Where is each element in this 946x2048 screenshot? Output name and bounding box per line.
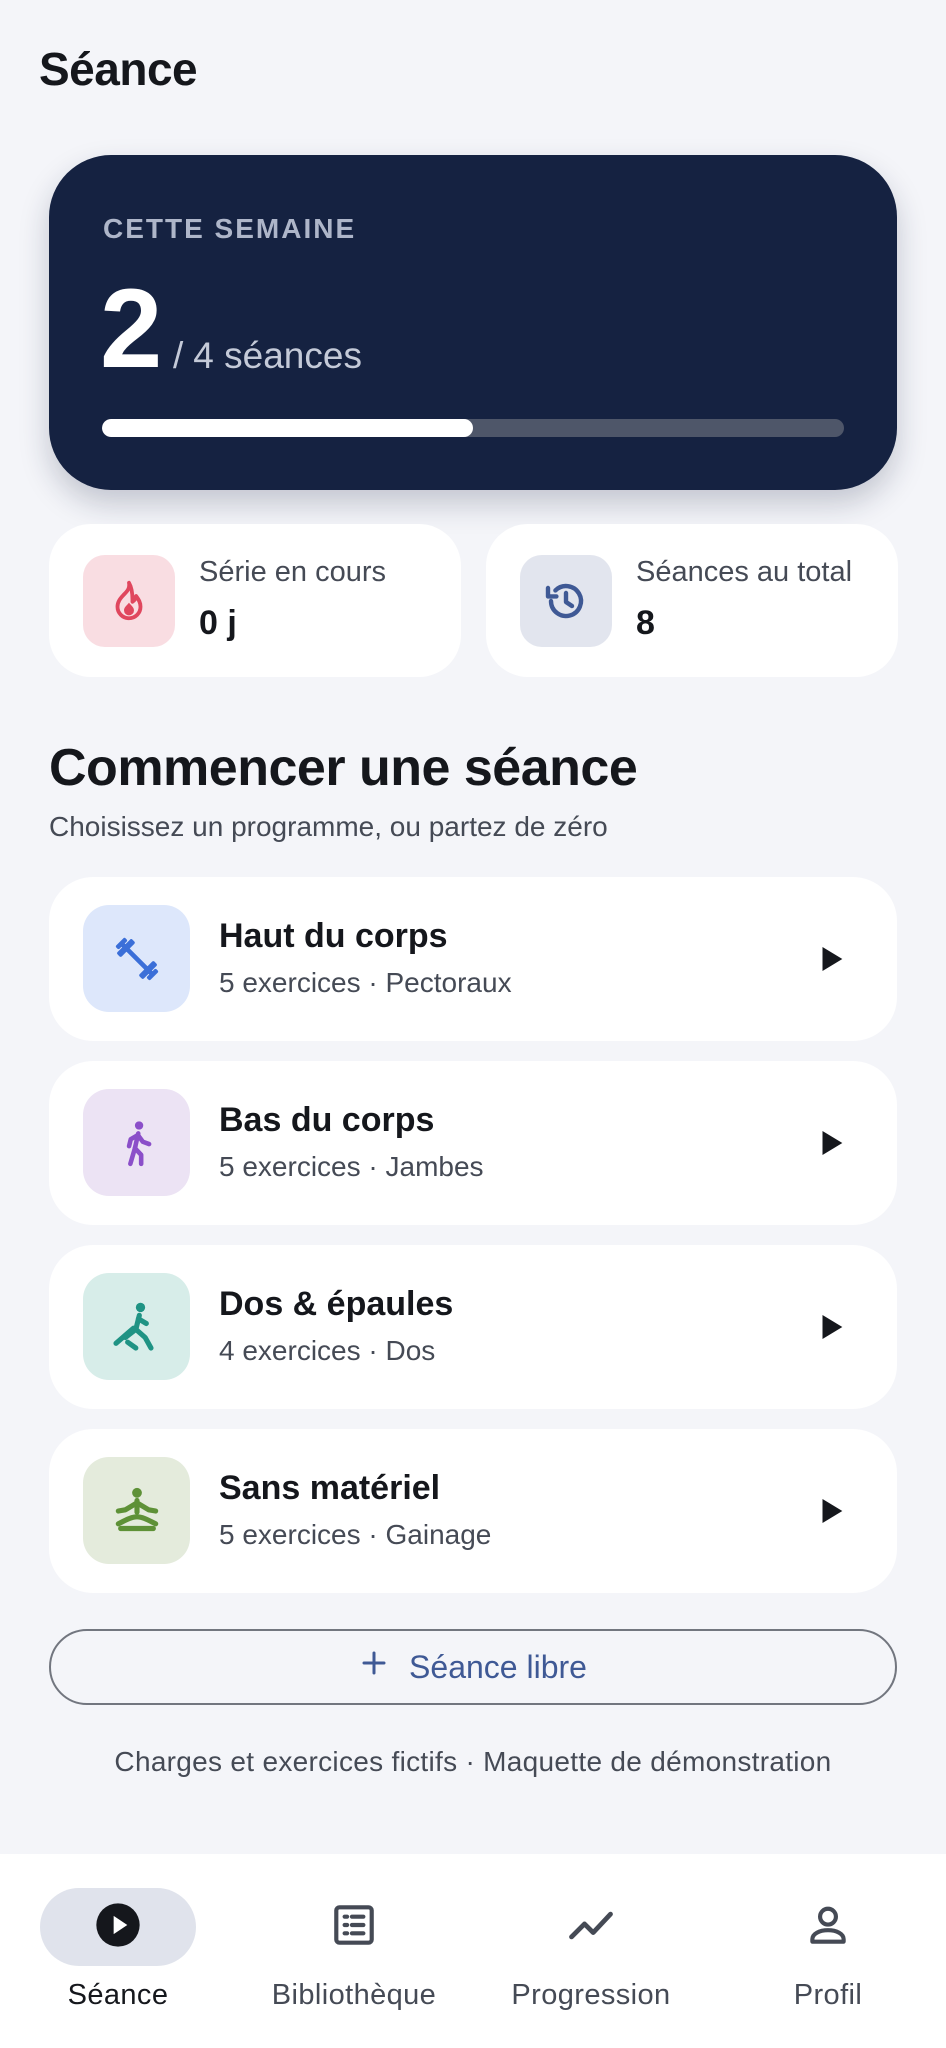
weekly-progress-bar bbox=[102, 419, 844, 437]
nav-active-indicator bbox=[40, 1888, 196, 1966]
app-screen: Séance CETTE SEMAINE 2 /4 séances Série … bbox=[0, 0, 946, 2048]
trend-icon bbox=[565, 1899, 617, 1956]
free-session-button[interactable]: Séance libre bbox=[49, 1629, 897, 1705]
weekly-progress-card: CETTE SEMAINE 2 /4 séances bbox=[49, 155, 897, 490]
free-session-label: Séance libre bbox=[409, 1648, 587, 1685]
dumbbell-icon bbox=[83, 905, 190, 1012]
program-meta: 5 exercices · Pectoraux bbox=[219, 967, 512, 998]
nav-label: Bibliothèque bbox=[271, 1979, 437, 2011]
program-title: Dos & épaules bbox=[219, 1285, 454, 1323]
total-sessions-value: 8 bbox=[636, 604, 655, 642]
flame-icon bbox=[83, 555, 175, 647]
section-subtitle: Choisissez un programme, ou partez de zé… bbox=[49, 811, 608, 842]
nav-label: Progression bbox=[511, 1979, 671, 2011]
program-lower-body[interactable]: Bas du corps 5 exercices · Jambes bbox=[49, 1061, 897, 1225]
nav-icon-wrap bbox=[750, 1888, 906, 1966]
sessions-separator: / bbox=[173, 335, 184, 376]
program-title: Sans matériel bbox=[219, 1469, 441, 1507]
nav-item-profile[interactable]: Profil bbox=[710, 1854, 946, 2048]
play-icon[interactable] bbox=[805, 1301, 857, 1353]
demo-footnote: Charges et exercices fictifs · Maquette … bbox=[114, 1746, 832, 1777]
program-meta: 5 exercices · Gainage bbox=[219, 1519, 492, 1550]
week-eyebrow: CETTE SEMAINE bbox=[103, 213, 357, 244]
person-icon bbox=[803, 1900, 853, 1955]
streak-value: 0 j bbox=[199, 604, 237, 642]
rowing-icon bbox=[83, 1273, 190, 1380]
section-title: Commencer une séance bbox=[49, 739, 638, 797]
nav-item-progress[interactable]: Progression bbox=[473, 1854, 709, 2048]
plus-icon bbox=[359, 1648, 389, 1686]
streak-label: Série en cours bbox=[199, 556, 386, 588]
history-icon bbox=[520, 555, 612, 647]
program-title: Haut du corps bbox=[219, 917, 448, 955]
program-title: Bas du corps bbox=[219, 1101, 435, 1139]
total-sessions-card: Séances au total 8 bbox=[486, 524, 898, 677]
program-upper-body[interactable]: Haut du corps 5 exercices · Pectoraux bbox=[49, 877, 897, 1041]
nav-label: Séance bbox=[67, 1979, 169, 2011]
program-back-shoulders[interactable]: Dos & épaules 4 exercices · Dos bbox=[49, 1245, 897, 1409]
nav-icon-wrap bbox=[276, 1888, 432, 1966]
streak-card: Série en cours 0 j bbox=[49, 524, 461, 677]
sessions-target-text: 4 séances bbox=[193, 335, 362, 376]
total-sessions-label: Séances au total bbox=[636, 556, 853, 588]
sessions-target: /4 séances bbox=[173, 335, 362, 377]
list-icon bbox=[329, 1900, 379, 1955]
meditation-icon bbox=[83, 1457, 190, 1564]
play-circle-icon bbox=[92, 1899, 144, 1956]
walking-icon bbox=[83, 1089, 190, 1196]
play-icon[interactable] bbox=[805, 933, 857, 985]
play-icon[interactable] bbox=[805, 1117, 857, 1169]
nav-item-seance[interactable]: Séance bbox=[0, 1854, 236, 2048]
page-title: Séance bbox=[39, 43, 198, 95]
nav-icon-wrap bbox=[513, 1888, 669, 1966]
weekly-progress-fill bbox=[102, 419, 473, 437]
program-no-equipment[interactable]: Sans matériel 5 exercices · Gainage bbox=[49, 1429, 897, 1593]
program-meta: 4 exercices · Dos bbox=[219, 1335, 436, 1366]
nav-item-library[interactable]: Bibliothèque bbox=[236, 1854, 472, 2048]
program-meta: 5 exercices · Jambes bbox=[219, 1151, 484, 1182]
bottom-nav: Séance Bibliothèque Progression Profil bbox=[0, 1854, 946, 2048]
sessions-done-count: 2 bbox=[100, 266, 163, 391]
play-icon[interactable] bbox=[805, 1485, 857, 1537]
nav-label: Profil bbox=[793, 1979, 863, 2011]
